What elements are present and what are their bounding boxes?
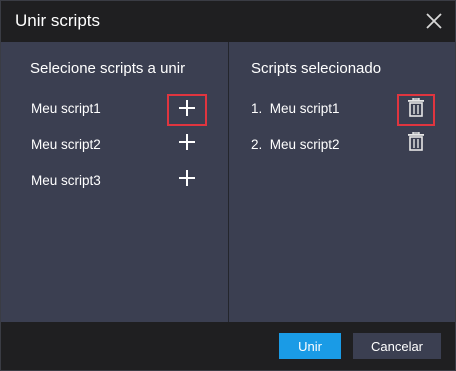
add-script-button[interactable] — [167, 164, 207, 196]
trash-icon — [407, 131, 425, 156]
plus-icon — [178, 133, 196, 156]
script-label: Meu script3 — [31, 173, 101, 188]
add-script-button[interactable] — [167, 128, 207, 160]
available-scripts-panel: Selecione scripts a unir Meu script1 Meu… — [1, 42, 229, 322]
dialog-titlebar: Unir scripts — [1, 1, 455, 42]
selected-scripts-panel: Scripts selecionado 1. Meu script1 2. Me — [229, 42, 455, 322]
trash-icon — [407, 97, 425, 122]
available-scripts-heading: Selecione scripts a unir — [30, 60, 186, 77]
remove-script-button[interactable] — [397, 128, 435, 160]
script-label: 2. Meu script2 — [251, 137, 340, 152]
close-icon[interactable] — [423, 10, 445, 32]
script-label: 1. Meu script1 — [251, 101, 340, 116]
selected-scripts-heading: Scripts selecionado — [251, 60, 382, 77]
remove-script-button[interactable] — [397, 94, 435, 126]
script-label: Meu script1 — [31, 101, 101, 116]
cancel-button[interactable]: Cancelar — [353, 333, 441, 359]
merge-scripts-dialog: Unir scripts Selecione scripts a unir Me… — [0, 0, 456, 371]
dialog-title: Unir scripts — [15, 11, 101, 30]
add-script-button[interactable] — [167, 94, 207, 126]
panels-container: Selecione scripts a unir Meu script1 Meu… — [1, 42, 455, 322]
script-label: Meu script2 — [31, 137, 101, 152]
plus-icon — [178, 169, 196, 192]
merge-button[interactable]: Unir — [279, 333, 341, 359]
plus-icon — [178, 99, 196, 122]
